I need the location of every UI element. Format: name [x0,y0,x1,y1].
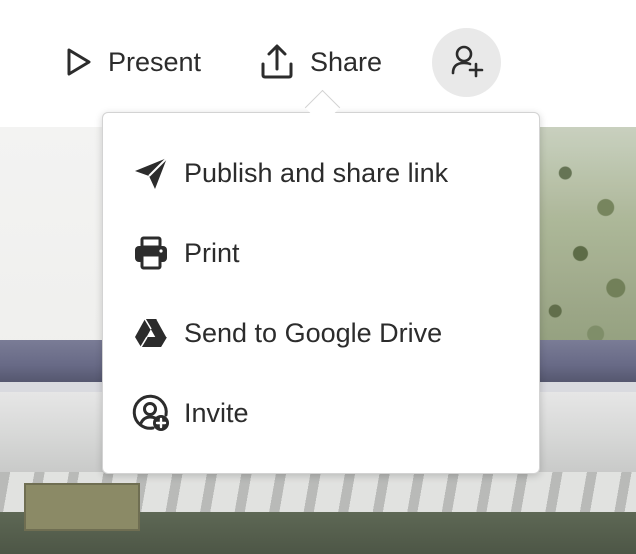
user-add-circle-icon [131,393,171,433]
menu-item-send-to-google-drive[interactable]: Send to Google Drive [103,297,539,369]
paper-plane-icon [131,153,171,193]
tree-foliage [535,127,636,357]
planter-box [24,483,140,531]
present-label: Present [108,46,202,77]
menu-item-label: Invite [184,397,249,428]
menu-item-publish-share-link[interactable]: Publish and share link [103,137,539,209]
menu-item-label: Send to Google Drive [184,317,443,348]
play-outline-icon [58,41,98,83]
printer-icon [131,233,171,273]
menu-item-label: Publish and share link [184,157,449,188]
share-label: Share [310,46,383,77]
google-drive-icon [131,313,171,353]
menu-item-label: Print [184,237,240,268]
menu-item-print[interactable]: Print [103,217,539,289]
present-button[interactable]: Present [58,32,201,92]
share-button[interactable]: Share [256,32,382,92]
menu-item-invite[interactable]: Invite [103,377,539,449]
share-upload-icon [256,41,298,83]
add-person-icon [449,42,485,83]
share-menu: Publish and share link Print Send to Goo… [102,112,540,474]
invite-collaborator-button[interactable] [432,28,501,97]
